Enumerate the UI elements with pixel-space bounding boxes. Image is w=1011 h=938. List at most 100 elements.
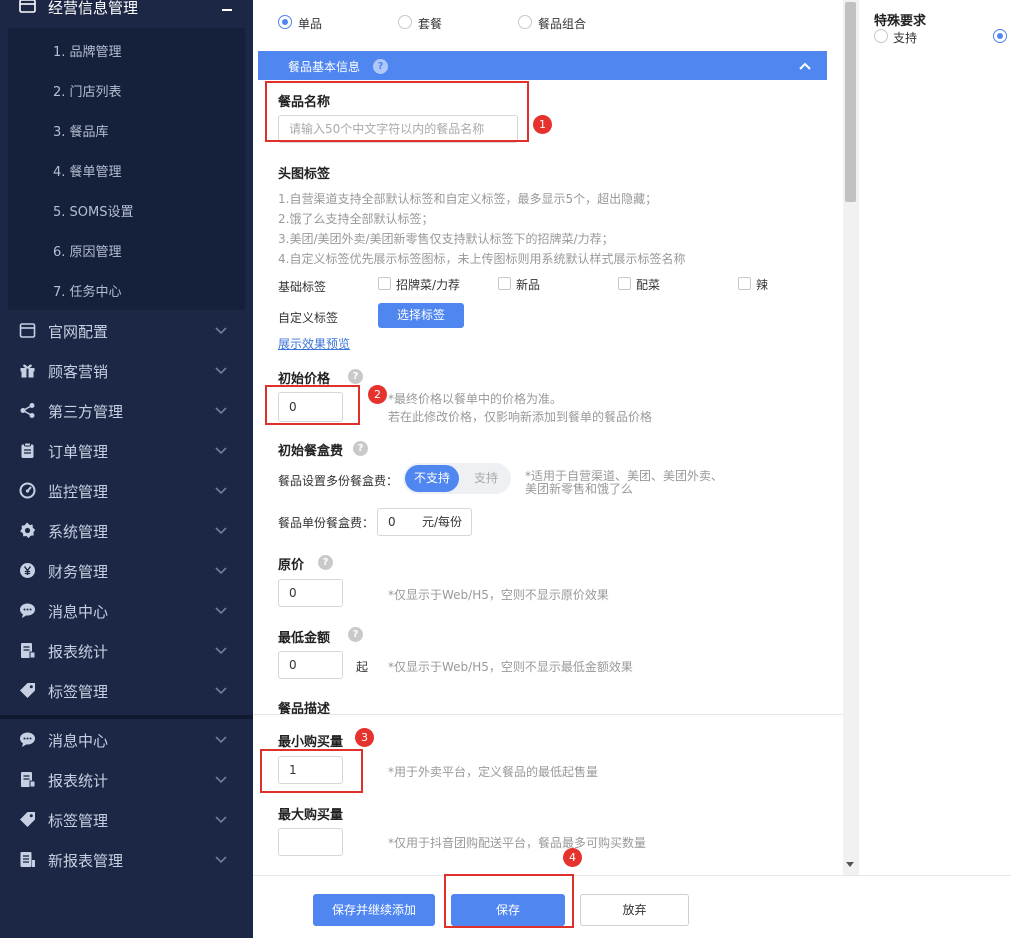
sidebar-subitem-tasks[interactable]: 7. 任务中心	[53, 281, 122, 300]
sidebar-subitem-brand[interactable]: 1. 品牌管理	[53, 41, 122, 60]
annotation-box-2	[265, 385, 360, 425]
sidebar-subitem-soms[interactable]: 5. SOMS设置	[53, 201, 134, 220]
toggle-option-no[interactable]: 不支持	[405, 465, 459, 492]
type-radio-single[interactable]	[278, 15, 292, 29]
sidebar-item-system[interactable]: 系统管理	[0, 510, 253, 550]
single-box-fee-value: 0	[388, 515, 396, 529]
sidebar-item-label: 标签管理	[48, 812, 109, 830]
help-icon[interactable]: ?	[353, 441, 368, 456]
original-price-input[interactable]: 0	[278, 579, 343, 607]
tag-checkbox-new[interactable]	[498, 277, 511, 290]
sidebar-subitem-menu[interactable]: 4. 餐单管理	[53, 161, 122, 180]
tag-option-label: 配菜	[636, 278, 661, 292]
tags-note: 1.自营渠道支持全部默认标签和自定义标签，最多显示5个，超出隐藏；	[278, 192, 658, 206]
special-radio-unsupported[interactable]	[993, 29, 1007, 43]
sidebar-item-label: 新报表管理	[48, 852, 124, 870]
window-icon	[19, 323, 36, 338]
save-and-continue-button[interactable]: 保存并继续添加	[313, 894, 435, 926]
gauge-icon	[19, 482, 36, 499]
annotation-badge-4: 4	[563, 848, 582, 867]
annotation-box-4	[444, 874, 574, 928]
single-box-fee-input[interactable]: 0 元/每份	[377, 508, 472, 536]
sidebar-item-tags[interactable]: 标签管理	[0, 670, 253, 710]
chevron-down-icon	[215, 647, 227, 655]
multi-box-fee-toggle[interactable]: 不支持 支持	[403, 463, 511, 494]
gift-icon	[20, 364, 35, 378]
sidebar-item-label: 消息中心	[48, 603, 109, 621]
initial-price-hint: *最终价格以餐单中的价格为准。	[388, 392, 563, 406]
sidebar-item-label: 监控管理	[48, 483, 109, 501]
sidebar-item-finance[interactable]: 财务管理	[0, 550, 253, 590]
sidebar-item-label: 系统管理	[48, 523, 109, 541]
min-amount-hint: *仅显示于Web/H5，空则不显示最低金额效果	[388, 660, 633, 674]
collapse-icon[interactable]	[222, 9, 232, 11]
tags-note: 2.饿了么支持全部默认标签；	[278, 212, 434, 226]
sidebar-item-new-reports[interactable]: 新报表管理	[0, 839, 253, 879]
original-price-hint: *仅显示于Web/H5，空则不显示原价效果	[388, 588, 609, 602]
scroll-down-arrow-icon[interactable]	[846, 862, 854, 867]
max-purchase-hint: *仅用于抖音团购配送平台，餐品最多可购买数量	[388, 836, 647, 850]
multi-box-fee-hint: 美团新零售和饿了么	[525, 482, 634, 496]
sidebar-item-website-config[interactable]: 官网配置	[0, 310, 253, 350]
help-icon[interactable]: ?	[348, 369, 363, 384]
chevron-down-icon	[215, 856, 227, 864]
annotation-badge-3: 3	[355, 728, 374, 747]
chevron-down-icon	[215, 687, 227, 695]
type-radio-group[interactable]	[518, 15, 532, 29]
type-option-label: 套餐	[418, 17, 443, 31]
right-panel: 特殊要求 支持	[858, 0, 1011, 875]
sidebar-section-business-info[interactable]: 经营信息管理	[0, 0, 253, 22]
sidebar-item-messages[interactable]: 消息中心	[0, 590, 253, 630]
sidebar-item-label: 标签管理	[48, 683, 109, 701]
select-tag-button[interactable]: 选择标签	[378, 303, 464, 328]
chevron-down-icon	[215, 487, 227, 495]
min-amount-input[interactable]: 0	[278, 651, 343, 679]
sidebar: 经营信息管理 1. 品牌管理 2. 门店列表 3. 餐品库 4. 餐单管理 5.…	[0, 0, 253, 938]
tag-checkbox-spicy[interactable]	[738, 277, 751, 290]
tag-checkbox-side[interactable]	[618, 277, 631, 290]
annotation-badge-1: 1	[533, 115, 552, 134]
tag-checkbox-signature[interactable]	[378, 277, 391, 290]
sidebar-item-reports[interactable]: 报表统计	[0, 630, 253, 670]
tag-option-label: 新品	[516, 278, 541, 292]
tag-option-label: 招牌菜/力荐	[396, 278, 461, 292]
sidebar-item-label: 报表统计	[48, 643, 109, 661]
bottom-action-bar: 保存并继续添加 保存 放弃	[253, 874, 1011, 938]
max-purchase-input[interactable]	[278, 828, 343, 856]
section-header-basic-info[interactable]: 餐品基本信息 ?	[258, 51, 827, 80]
section-title: 餐品基本信息	[288, 60, 361, 74]
submenu-background	[8, 28, 245, 310]
help-icon[interactable]: ?	[373, 59, 388, 74]
tags-note: 4.自定义标签优先展示标签图标，未上传图标则用系统默认样式展示标签名称	[278, 252, 686, 266]
sidebar-subitem-reasons[interactable]: 6. 原因管理	[53, 241, 122, 260]
form-scrollbar[interactable]	[843, 0, 858, 875]
toggle-option-yes[interactable]: 支持	[463, 465, 509, 492]
annotation-box-3	[260, 749, 363, 793]
min-amount-unit: 起	[356, 660, 369, 674]
sidebar-item-orders[interactable]: 订单管理	[0, 430, 253, 470]
help-icon[interactable]: ?	[318, 555, 333, 570]
chevron-up-icon[interactable]	[798, 59, 812, 73]
chevron-down-icon	[215, 816, 227, 824]
tag-option-label: 辣	[756, 278, 769, 292]
preview-link[interactable]: 展示效果预览	[278, 335, 350, 352]
discard-button[interactable]: 放弃	[580, 894, 689, 926]
report-icon	[21, 772, 36, 788]
sidebar-item-monitoring[interactable]: 监控管理	[0, 470, 253, 510]
special-radio-support[interactable]	[874, 29, 888, 43]
multi-box-fee-label: 餐品设置多份餐盒费：	[278, 474, 399, 488]
sidebar-subitem-stores[interactable]: 2. 门店列表	[53, 81, 122, 100]
sidebar-item-reports-lower[interactable]: 报表统计	[0, 759, 253, 799]
sidebar-item-customer-marketing[interactable]: 顾客营销	[0, 350, 253, 390]
scrollbar-thumb[interactable]	[845, 2, 856, 202]
chevron-down-icon	[215, 607, 227, 615]
sidebar-item-tags-lower[interactable]: 标签管理	[0, 799, 253, 839]
initial-price-hint: 若在此修改价格，仅影响新添加到餐单的餐品价格	[388, 410, 653, 424]
type-radio-combo[interactable]	[398, 15, 412, 29]
sidebar-item-third-party[interactable]: 第三方管理	[0, 390, 253, 430]
sidebar-item-messages-lower[interactable]: 消息中心	[0, 719, 253, 759]
help-icon[interactable]: ?	[348, 627, 363, 642]
sidebar-subitem-dish-library[interactable]: 3. 餐品库	[53, 121, 109, 140]
content-overlap-edge	[253, 714, 843, 717]
chevron-down-icon	[215, 407, 227, 415]
